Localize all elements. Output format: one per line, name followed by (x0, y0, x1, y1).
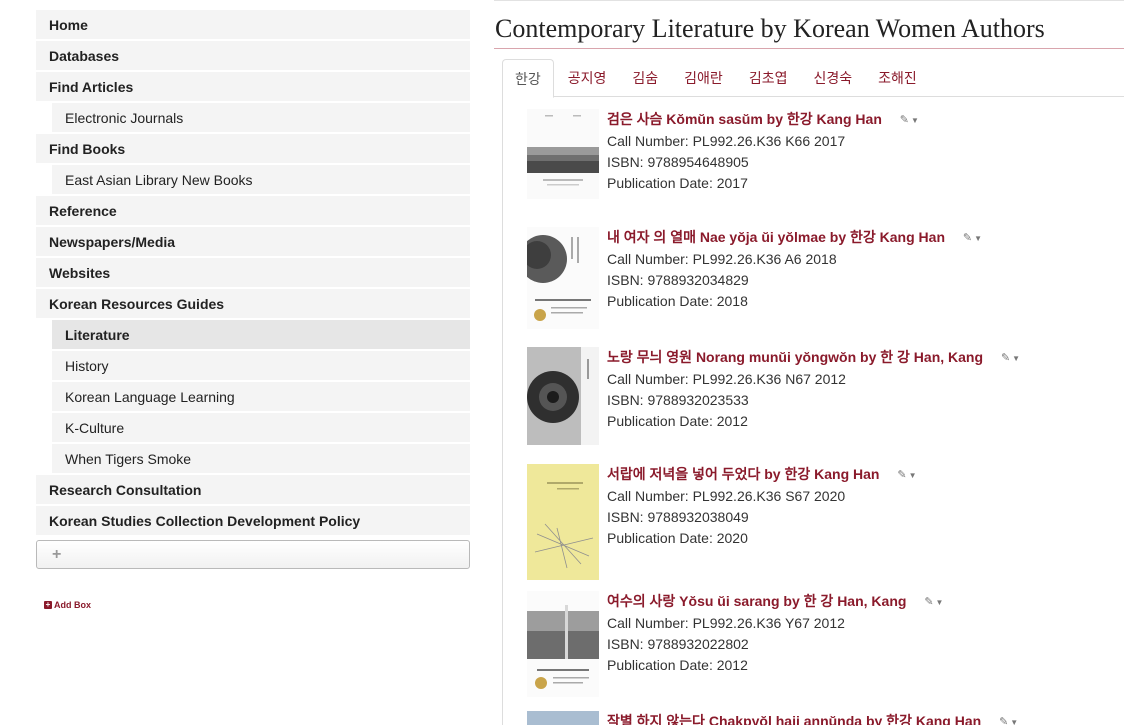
call-number: Call Number: PL992.26.K36 S67 2020 (607, 487, 846, 504)
sidebar-item-literature[interactable]: Literature (52, 320, 470, 351)
isbn: ISBN: 9788932034829 (607, 271, 749, 288)
call-number: Call Number: PL992.26.K36 A6 2018 (607, 250, 837, 267)
isbn: ISBN: 9788932022802 (607, 635, 749, 652)
sidebar-item-label: When Tigers Smoke (65, 450, 192, 467)
call-number: Call Number: PL992.26.K36 K66 2017 (607, 132, 846, 149)
publication-date: Publication Date: 2017 (607, 174, 748, 191)
book-cover-image[interactable] (527, 464, 599, 580)
add-box-button[interactable]: + Add Box (44, 600, 91, 610)
sidebar-item-korean-resources-guides[interactable]: Korean Resources Guides (36, 289, 470, 320)
sidebar-item-label: Reference (49, 202, 117, 219)
publication-date: Publication Date: 2012 (607, 412, 748, 429)
book-info: 서랍에 저녁을 넣어 두었다 by 한강 Kang Han ✎ ▼ Call Nu… (607, 464, 1124, 549)
book-info: 여수의 사랑 Yŏsu ŭi sarang by 한 강 Han, Kang ✎… (607, 591, 1124, 676)
sidebar-item-east-asian-new-books[interactable]: East Asian Library New Books (52, 165, 470, 196)
book-cover-image[interactable] (527, 591, 599, 697)
publication-date: Publication Date: 2012 (607, 656, 748, 673)
plus-icon: + (52, 545, 62, 563)
sidebar-item-history[interactable]: History (52, 351, 470, 382)
sidebar-item-label: Databases (49, 47, 120, 64)
edit-menu-icon[interactable]: ✎ ▼ (963, 228, 982, 249)
call-number: Call Number: PL992.26.K36 Y67 2012 (607, 614, 845, 631)
sidebar-item-label: Home (49, 16, 88, 33)
sidebar-item-research-consultation[interactable]: Research Consultation (36, 475, 470, 506)
book-title-link[interactable]: 서랍에 저녁을 넣어 두었다 by 한강 Kang Han (607, 464, 879, 485)
sidebar-item-k-culture[interactable]: K-Culture (52, 413, 470, 444)
sidebar-item-when-tigers-smoke[interactable]: When Tigers Smoke (52, 444, 470, 475)
sidebar-item-find-books[interactable]: Find Books (36, 134, 470, 165)
tab-kim-cho-yeop[interactable]: 김초엽 (737, 59, 800, 97)
book-title-link[interactable]: 노랑 무늬 영원 Norang munŭi yŏngwŏn by 한 강 Han… (607, 347, 983, 368)
tab-shin-kyung-sook[interactable]: 신경숙 (801, 59, 864, 97)
sidebar-item-label: K-Culture (65, 419, 125, 436)
book-cover-image[interactable] (527, 227, 599, 329)
add-page-button[interactable]: + (36, 540, 470, 569)
sidebar-item-label: Korean Resources Guides (49, 295, 225, 312)
sidebar-item-label: Websites (49, 264, 111, 281)
main-content: Contemporary Literature by Korean Women … (494, 0, 1124, 725)
top-divider (494, 0, 1124, 2)
sidebar-item-home[interactable]: Home (36, 10, 470, 41)
sidebar-item-label: Electronic Journals (65, 109, 184, 126)
sidebar-item-label: Literature (65, 326, 130, 343)
page-title: Contemporary Literature by Korean Women … (495, 14, 1045, 43)
title-divider (494, 48, 1124, 49)
sidebar-item-label: History (65, 357, 109, 374)
book-info: 작별 하지 않는다 Chakpyŏl haji annŭnda by 한강 Ka… (607, 711, 1124, 725)
edit-menu-icon[interactable]: ✎ ▼ (1001, 348, 1020, 369)
sidebar-item-label: Newspapers/Media (49, 233, 176, 250)
sidebar-item-collection-policy[interactable]: Korean Studies Collection Development Po… (36, 506, 470, 537)
edit-menu-icon[interactable]: ✎ ▼ (900, 110, 919, 131)
sidebar-item-newspapers-media[interactable]: Newspapers/Media (36, 227, 470, 258)
isbn: ISBN: 9788932023533 (607, 391, 749, 408)
sidebar-item-label: Find Articles (49, 78, 134, 95)
author-tabs: 한강 공지영 김숨 김애란 김초엽 신경숙 조해진 (502, 59, 1124, 98)
tab-cho-hae-jin[interactable]: 조해진 (866, 59, 929, 97)
tab-kim-soom[interactable]: 김숨 (620, 59, 670, 97)
book-info: 노랑 무늬 영원 Norang munŭi yŏngwŏn by 한 강 Han… (607, 347, 1124, 432)
tab-han-kang[interactable]: 한강 (502, 59, 554, 98)
book-title-link[interactable]: 내 여자 의 열매 Nae yŏja ŭi yŏlmae by 한강 Kang … (607, 227, 945, 248)
book-cover-image[interactable] (527, 347, 599, 445)
sidebar-item-electronic-journals[interactable]: Electronic Journals (52, 103, 470, 134)
sidebar-item-label: Korean Language Learning (65, 388, 235, 405)
sidebar-item-reference[interactable]: Reference (36, 196, 470, 227)
book-info: 검은 사슴 Kŏmŭn sasŭm by 한강 Kang Han ✎ ▼ Call… (607, 109, 1124, 194)
sidebar-item-label: Korean Studies Collection Development Po… (49, 512, 361, 529)
edit-menu-icon[interactable]: ✎ ▼ (897, 465, 916, 486)
tab-panel: 검은 사슴 Kŏmŭn sasŭm by 한강 Kang Han ✎ ▼ Call… (502, 97, 1124, 725)
publication-date: Publication Date: 2018 (607, 292, 748, 309)
tab-gong-ji-young[interactable]: 공지영 (556, 59, 619, 97)
book-title-link[interactable]: 여수의 사랑 Yŏsu ŭi sarang by 한 강 Han, Kang (607, 591, 906, 612)
plus-square-icon: + (44, 600, 52, 609)
tab-kim-ae-ran[interactable]: 김애란 (672, 59, 735, 97)
edit-menu-icon[interactable]: ✎ ▼ (999, 712, 1018, 725)
call-number: Call Number: PL992.26.K36 N67 2012 (607, 370, 846, 387)
book-info: 내 여자 의 열매 Nae yŏja ŭi yŏlmae by 한강 Kang … (607, 227, 1124, 312)
book-title-link[interactable]: 검은 사슴 Kŏmŭn sasŭm by 한강 Kang Han (607, 109, 882, 130)
add-box-label: Add Box (54, 600, 91, 610)
sidebar-item-websites[interactable]: Websites (36, 258, 470, 289)
sidebar-item-label: East Asian Library New Books (65, 171, 253, 188)
book-title-link[interactable]: 작별 하지 않는다 Chakpyŏl haji annŭnda by 한강 Ka… (607, 711, 981, 725)
sidebar-item-label: Find Books (49, 140, 126, 157)
isbn: ISBN: 9788932038049 (607, 508, 749, 525)
sidebar-item-label: Research Consultation (49, 481, 202, 498)
edit-menu-icon[interactable]: ✎ ▼ (924, 592, 943, 613)
book-cover-image[interactable] (527, 711, 599, 725)
sidebar-item-find-articles[interactable]: Find Articles (36, 72, 470, 103)
publication-date: Publication Date: 2020 (607, 529, 748, 546)
book-cover-image[interactable] (527, 109, 599, 199)
isbn: ISBN: 9788954648905 (607, 153, 749, 170)
sidebar-nav: Home Databases Find Articles Electronic … (36, 8, 470, 569)
sidebar-item-databases[interactable]: Databases (36, 41, 470, 72)
sidebar-item-korean-language-learning[interactable]: Korean Language Learning (52, 382, 470, 413)
